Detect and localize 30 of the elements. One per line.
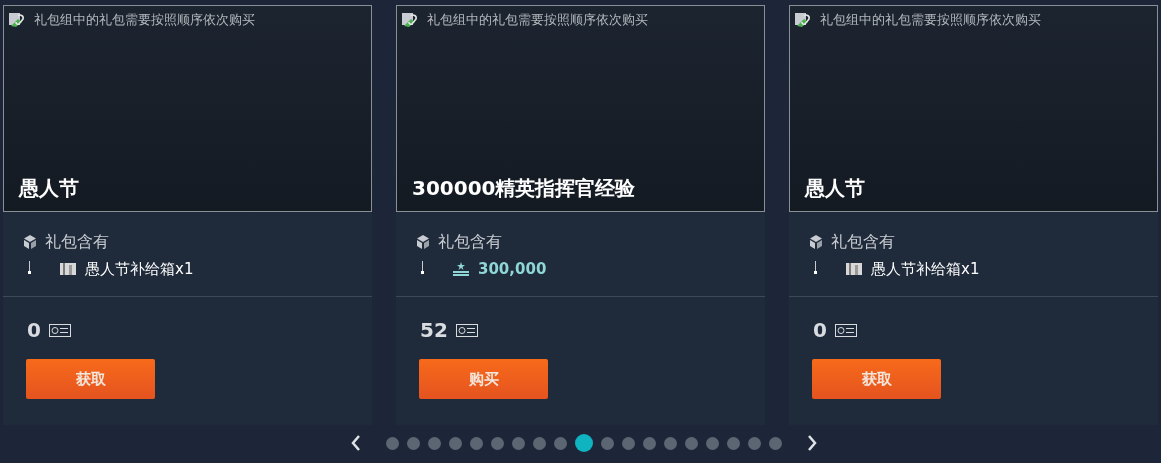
price: 0 xyxy=(27,317,41,344)
contents-label: 礼包含有 xyxy=(831,231,895,253)
broken-image-icon xyxy=(401,11,419,28)
contents-label: 礼包含有 xyxy=(438,231,502,253)
crate-icon xyxy=(59,262,77,277)
star-stack-icon xyxy=(452,262,470,277)
image-alt-text: 礼包组中的礼包需要按照顺序依次购买 xyxy=(34,11,255,29)
cube-icon xyxy=(809,235,823,249)
contents-label: 礼包含有 xyxy=(45,231,109,253)
pack-item-text: 300,000 xyxy=(478,259,547,280)
broken-image-icon xyxy=(8,11,26,28)
currency-icon xyxy=(48,323,71,337)
image-alt-text: 礼包组中的礼包需要按照顺序依次购买 xyxy=(820,11,1041,29)
cube-icon xyxy=(416,235,430,249)
pack-title: 愚人节 xyxy=(803,175,866,202)
image-alt-text: 礼包组中的礼包需要按照顺序依次购买 xyxy=(427,11,648,29)
action-button[interactable]: 购买 xyxy=(419,359,548,399)
price: 0 xyxy=(813,317,827,344)
action-button[interactable]: 获取 xyxy=(26,359,155,399)
currency-icon xyxy=(834,323,857,337)
price: 52 xyxy=(420,317,448,344)
pack-item-text: 愚人节补给箱x1 xyxy=(871,259,980,280)
pack-title: 愚人节 xyxy=(17,175,80,202)
currency-icon xyxy=(455,323,478,337)
cube-icon xyxy=(23,235,37,249)
action-button[interactable]: 获取 xyxy=(812,359,941,399)
pack-item-text: 愚人节补给箱x1 xyxy=(85,259,194,280)
broken-image-icon xyxy=(794,11,812,28)
crate-icon xyxy=(845,262,863,277)
pack-title: 300000精英指挥官经验 xyxy=(411,175,637,202)
